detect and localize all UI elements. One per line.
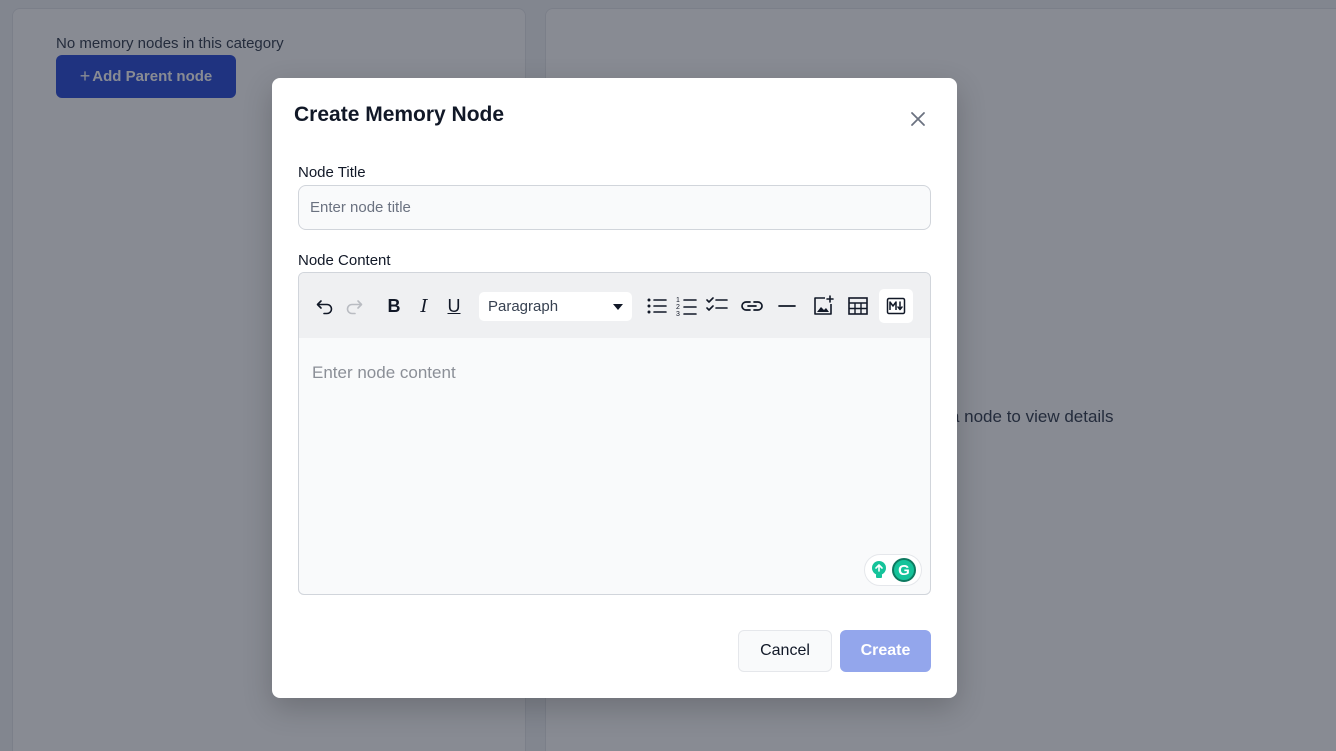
svg-text:2: 2 (676, 304, 680, 311)
insert-image-icon[interactable] (808, 289, 838, 323)
markdown-icon[interactable] (879, 289, 913, 323)
close-icon[interactable] (906, 107, 930, 131)
underline-icon[interactable]: U (439, 289, 469, 323)
lightbulb-icon (872, 561, 886, 578)
node-content-editor[interactable]: Enter node content (312, 363, 456, 383)
rich-text-editor: B I U Paragraph 123 Enter node content G (298, 272, 931, 595)
table-icon[interactable] (843, 289, 873, 323)
node-title-input[interactable] (298, 185, 931, 230)
cancel-button[interactable]: Cancel (738, 630, 832, 672)
node-title-label: Node Title (298, 164, 366, 181)
bold-icon[interactable]: B (379, 289, 409, 323)
create-memory-node-dialog: Create Memory Node Node Title Node Conte… (272, 78, 957, 698)
undo-icon[interactable] (310, 289, 340, 323)
grammarly-widget[interactable]: G (864, 554, 922, 586)
redo-icon[interactable] (339, 289, 369, 323)
block-type-dropdown[interactable]: Paragraph (479, 292, 632, 321)
link-icon[interactable] (737, 289, 767, 323)
svg-text:3: 3 (676, 311, 680, 317)
editor-toolbar: B I U Paragraph 123 (299, 273, 930, 338)
create-button[interactable]: Create (840, 630, 931, 672)
bullet-list-icon[interactable] (642, 289, 672, 323)
horizontal-rule-icon[interactable] (772, 289, 802, 323)
node-content-label: Node Content (298, 252, 391, 269)
italic-icon[interactable]: I (409, 289, 439, 323)
svg-text:1: 1 (676, 297, 680, 304)
caret-down-icon (613, 303, 623, 310)
grammarly-icon: G (892, 558, 916, 582)
checklist-icon[interactable] (702, 289, 732, 323)
block-type-value: Paragraph (488, 298, 559, 315)
dialog-title: Create Memory Node (294, 103, 505, 126)
numbered-list-icon[interactable]: 123 (672, 289, 702, 323)
